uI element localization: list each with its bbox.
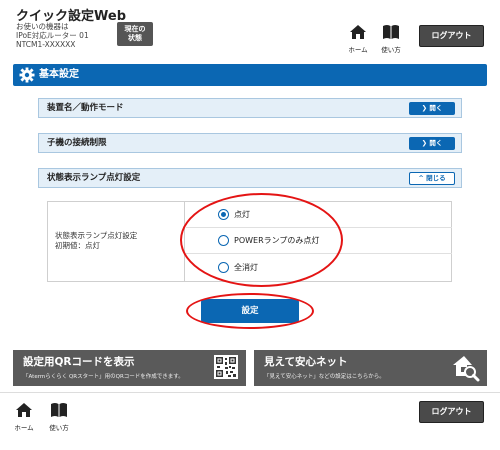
lamp-setting-label: 状態表示ランプ点灯設定 初期値：点灯 xyxy=(48,202,185,281)
accordion-label: 装置名／動作モード xyxy=(47,103,124,113)
chevron-up-icon: ^ xyxy=(418,174,424,182)
help-link[interactable]: 使い方 xyxy=(378,24,404,54)
lamp-setting-default: 初期値：点灯 xyxy=(55,241,100,250)
header: クイック設定Web お使いの機器は IPoE対応ルーター 01 NTCM1-XX… xyxy=(0,0,500,56)
footer-divider xyxy=(0,392,500,393)
highlight-ellipse-options xyxy=(180,193,343,287)
qr-code-icon xyxy=(214,355,238,379)
footer-help-link[interactable]: 使い方 xyxy=(46,402,72,432)
open-button[interactable]: ❯ 開く xyxy=(409,137,455,150)
device-model: IPoE対応ルーター 01 xyxy=(16,31,89,40)
qr-banner-desc: 「Atermらくらく QRスタート」用のQRコードを作成できます。 xyxy=(23,374,184,380)
accordion-device-name[interactable]: 装置名／動作モード ❯ 開く xyxy=(38,98,462,118)
help-label: 使い方 xyxy=(381,46,401,54)
close-button-label: 閉じる xyxy=(426,174,446,182)
home-link[interactable]: ホーム xyxy=(345,24,371,54)
section-title: 基本設定 xyxy=(39,69,79,80)
mieteanshin-banner[interactable]: 見えて安心ネット 「見えて安心ネット」などの設定はこちらから。 xyxy=(254,350,487,386)
footer-home-link[interactable]: ホーム xyxy=(11,402,37,432)
help-label: 使い方 xyxy=(49,424,69,432)
current-status-button[interactable]: 現在の 状態 xyxy=(117,22,153,46)
logout-button[interactable]: ログアウト xyxy=(419,25,484,47)
open-button-label: 開く xyxy=(429,104,443,112)
gear-icon xyxy=(19,67,35,83)
status-button-label-2: 状態 xyxy=(128,34,142,42)
book-icon xyxy=(383,25,399,39)
chevron-down-icon: ❯ xyxy=(421,104,428,112)
qr-banner-title: 設定用QRコードを表示 xyxy=(23,356,135,368)
accordion-label: 状態表示ランプ点灯設定 xyxy=(47,173,141,183)
house-search-icon xyxy=(453,356,480,382)
qr-code-banner[interactable]: 設定用QRコードを表示 「Atermらくらく QRスタート」用のQRコードを作成… xyxy=(13,350,246,386)
home-label: ホーム xyxy=(14,424,34,432)
footer-logout-button[interactable]: ログアウト xyxy=(419,401,484,423)
home-icon xyxy=(16,403,32,417)
open-button-label: 開く xyxy=(429,139,443,147)
home-icon xyxy=(350,25,366,39)
open-button[interactable]: ❯ 開く xyxy=(409,102,455,115)
lamp-setting-title: 状態表示ランプ点灯設定 xyxy=(55,231,138,240)
device-label: お使いの機器は xyxy=(16,22,69,31)
device-id: NTCM1-XXXXXX xyxy=(16,40,76,49)
accordion-connection-limit[interactable]: 子機の接続制限 ❯ 開く xyxy=(38,133,462,153)
chevron-down-icon: ❯ xyxy=(421,139,428,147)
home-label: ホーム xyxy=(348,46,368,54)
safe-banner-desc: 「見えて安心ネット」などの設定はこちらから。 xyxy=(264,374,385,380)
close-button[interactable]: ^ 閉じる xyxy=(409,172,455,185)
book-icon xyxy=(51,403,67,417)
accordion-label: 子機の接続制限 xyxy=(47,138,107,148)
accordion-lamp-setting[interactable]: 状態表示ランプ点灯設定 ^ 閉じる xyxy=(38,168,462,188)
section-header: 基本設定 xyxy=(13,64,487,86)
highlight-ellipse-apply xyxy=(186,293,314,329)
safe-banner-title: 見えて安心ネット xyxy=(264,356,348,368)
status-button-label-1: 現在の xyxy=(124,25,146,33)
